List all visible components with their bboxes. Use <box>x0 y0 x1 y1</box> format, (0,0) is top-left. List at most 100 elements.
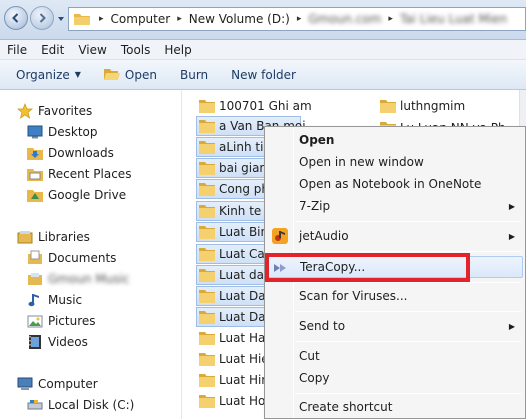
nav-computer[interactable]: Computer <box>16 373 98 394</box>
library-icon <box>26 271 44 287</box>
open-folder-icon <box>103 69 120 80</box>
nav-google-drive-label: Google Drive <box>48 187 127 202</box>
recent-pages-dropdown-icon[interactable] <box>56 14 66 24</box>
menu-view[interactable]: View <box>71 43 113 57</box>
menu-file[interactable]: File <box>0 43 34 57</box>
menu-edit[interactable]: Edit <box>34 43 71 57</box>
menu-item-jetaudio-label: jetAudio <box>299 229 349 243</box>
submenu-arrow-icon: ▶ <box>508 231 515 241</box>
menu-separator <box>295 341 521 342</box>
nav-favorites-label: Favorites <box>38 103 93 118</box>
nav-libraries[interactable]: Libraries <box>16 226 90 247</box>
nav-computer-label: Computer <box>38 376 98 391</box>
nav-music[interactable]: Music <box>26 289 82 310</box>
back-button[interactable] <box>4 6 28 30</box>
jetaudio-icon <box>272 228 288 244</box>
downloads-icon <box>26 145 44 161</box>
arrow-right-icon <box>39 13 46 23</box>
menu-item-scan-viruses[interactable]: Scan for Viruses... <box>267 285 523 307</box>
folder-icon <box>199 332 215 345</box>
menu-item-send-to[interactable]: Send to ▶ <box>267 315 523 337</box>
nav-music-label: Music <box>48 292 83 307</box>
forward-button[interactable] <box>30 6 54 30</box>
menu-item-send-to-label: Send to <box>299 319 346 333</box>
nav-pictures-label: Pictures <box>48 313 96 328</box>
new-folder-button[interactable]: New folder <box>217 68 305 82</box>
breadcrumb-separator[interactable]: ▸ <box>174 14 185 24</box>
nav-libraries-label: Libraries <box>38 229 90 244</box>
nav-local-disk-c[interactable]: Local Disk (C:) <box>26 394 134 415</box>
command-bar: Organize ▼ Open Burn New folder <box>0 60 526 90</box>
list-item[interactable]: 100701 Ghi am <box>197 96 312 116</box>
menu-item-jetaudio[interactable]: jetAudio ▶ <box>267 225 523 247</box>
menu-tools[interactable]: Tools <box>114 43 158 57</box>
breadcrumb-folder-blurred[interactable]: Gmoun.com <box>304 12 385 26</box>
organize-button[interactable]: Organize ▼ <box>7 68 90 82</box>
menu-help[interactable]: Help <box>157 43 198 57</box>
computer-icon <box>16 376 34 392</box>
nav-documents[interactable]: Documents <box>26 247 116 268</box>
breadcrumb-separator[interactable]: ▸ <box>385 14 396 24</box>
menu-item-copy[interactable]: Copy <box>267 367 523 389</box>
recent-places-icon <box>26 166 44 182</box>
folder-icon <box>199 353 215 366</box>
nav-favorites[interactable]: Favorites <box>16 100 92 121</box>
folder-icon <box>199 226 215 239</box>
file-name: Luat Dat <box>219 289 271 303</box>
breadcrumb-new-volume[interactable]: New Volume (D:) <box>185 12 294 26</box>
breadcrumb-separator[interactable]: ▸ <box>96 14 107 24</box>
open-label: Open <box>124 67 157 82</box>
nav-videos-label: Videos <box>48 334 88 349</box>
folder-icon <box>199 290 215 303</box>
nav-downloads-label: Downloads <box>48 145 114 160</box>
list-item[interactable]: Luat Hai <box>197 328 269 348</box>
menu-item-open-onenote[interactable]: Open as Notebook in OneNote <box>267 173 523 195</box>
nav-desktop[interactable]: Desktop <box>26 121 98 142</box>
breadcrumb-computer[interactable]: Computer <box>107 12 175 26</box>
chevron-down-icon: ▼ <box>74 70 81 79</box>
folder-icon <box>199 141 215 154</box>
nav-google-drive[interactable]: Google Drive <box>26 184 126 205</box>
nav-videos[interactable]: Videos <box>26 331 88 352</box>
desktop-icon <box>26 124 44 140</box>
breadcrumb[interactable]: ▸ Computer ▸ New Volume (D:) ▸ Gmoun.com… <box>68 7 526 31</box>
nav-pictures[interactable]: Pictures <box>26 310 96 331</box>
burn-button[interactable]: Burn <box>166 68 217 82</box>
menu-item-create-shortcut-label: Create shortcut <box>299 400 393 414</box>
list-item[interactable]: Luat Ho <box>197 391 265 411</box>
google-drive-icon <box>26 187 44 203</box>
menu-bar: File Edit View Tools Help <box>0 40 526 60</box>
burn-label: Burn <box>179 67 209 82</box>
nav-gmoun-music[interactable]: Gmoun Music <box>26 268 130 289</box>
menu-separator <box>295 251 521 252</box>
nav-downloads[interactable]: Downloads <box>26 142 114 163</box>
list-item[interactable]: luthngmim <box>378 96 465 116</box>
menu-item-open[interactable]: Open <box>267 129 523 151</box>
address-bar: ▸ Computer ▸ New Volume (D:) ▸ Gmoun.com… <box>0 0 526 40</box>
menu-separator <box>295 393 521 394</box>
music-icon <box>26 292 44 308</box>
open-button[interactable]: Open <box>90 68 166 82</box>
folder-icon <box>199 100 215 113</box>
list-item[interactable]: Luat Hin <box>197 370 269 390</box>
file-name: Luat Da <box>219 310 266 324</box>
menu-item-7zip[interactable]: 7-Zip ▶ <box>267 195 523 217</box>
nav-recent-places-label: Recent Places <box>48 166 132 181</box>
breadcrumb-subfolder-blurred[interactable]: Tai Lieu Luat Mien <box>396 12 511 26</box>
menu-item-create-shortcut[interactable]: Create shortcut <box>267 396 523 418</box>
nav-documents-label: Documents <box>48 250 117 265</box>
folder-icon <box>199 248 215 261</box>
breadcrumb-separator[interactable]: ▸ <box>294 14 305 24</box>
list-item[interactable]: Luat Hie <box>197 349 269 369</box>
libraries-icon <box>16 229 34 245</box>
folder-icon <box>74 14 90 25</box>
nav-gmoun-music-label: Gmoun Music <box>48 271 130 286</box>
menu-item-open-new-window[interactable]: Open in new window <box>267 151 523 173</box>
folder-icon <box>199 183 215 196</box>
submenu-arrow-icon: ▶ <box>508 201 515 211</box>
folder-icon <box>199 311 215 324</box>
nav-recent-places[interactable]: Recent Places <box>26 163 131 184</box>
nav-local-disk-c-label: Local Disk (C:) <box>48 397 135 412</box>
menu-item-cut[interactable]: Cut <box>267 345 523 367</box>
file-name: Luat Hin <box>219 373 269 387</box>
